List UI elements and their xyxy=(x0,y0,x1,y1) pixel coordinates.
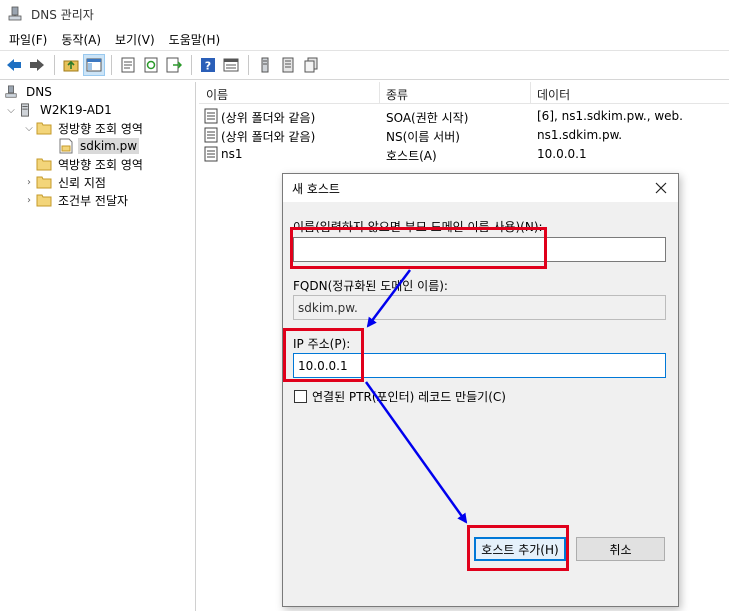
server-icon xyxy=(18,103,34,117)
svg-text:?: ? xyxy=(205,60,211,73)
record-icon xyxy=(204,127,218,143)
column-header-data[interactable]: 데이터 xyxy=(530,82,570,104)
highlight-box-ip xyxy=(283,328,364,382)
record-type: NS(이름 서버) xyxy=(386,130,460,144)
toolbar-separator xyxy=(111,55,112,75)
folder-icon xyxy=(36,157,52,171)
folder-icon xyxy=(36,175,52,189)
cancel-button[interactable]: 취소 xyxy=(576,537,665,561)
toolbar-separator xyxy=(191,55,192,75)
tree-node-zone[interactable]: sdkim.pw xyxy=(58,137,140,155)
copy-button[interactable] xyxy=(300,54,322,76)
menu-help[interactable]: 도움말(H) xyxy=(162,31,228,48)
chevron-right-icon[interactable]: › xyxy=(22,195,36,206)
dialog-title: 새 호스트 xyxy=(292,181,340,196)
menu-file[interactable]: 파일(F) xyxy=(0,31,54,48)
cancel-button-label: 취소 xyxy=(609,542,632,557)
folder-icon xyxy=(36,193,52,207)
record-icon xyxy=(204,108,218,124)
record-name: (상위 폴더와 같음) xyxy=(221,111,316,125)
list-header: 이름 종류 데이터 xyxy=(199,82,729,104)
ptr-label[interactable]: 연결된 PTR(포인터) 레코드 만들기(C) xyxy=(312,388,506,405)
record-name: (상위 폴더와 같음) xyxy=(221,130,316,144)
column-header-name[interactable]: 이름 xyxy=(206,86,228,103)
help-icon: ? xyxy=(201,58,215,73)
record-icon xyxy=(204,146,218,162)
close-button[interactable] xyxy=(652,179,670,197)
console-tree-button[interactable] xyxy=(83,54,105,76)
up-folder-icon xyxy=(63,60,79,72)
forward-icon xyxy=(30,59,44,71)
copy-icon xyxy=(304,57,318,73)
properties-icon xyxy=(121,57,135,73)
toolbar-separator xyxy=(54,55,55,75)
menu-action[interactable]: 동작(A) xyxy=(54,31,108,48)
export-button[interactable] xyxy=(163,54,185,76)
toolbar: ? xyxy=(0,50,729,80)
tree-label-server: W2K19-AD1 xyxy=(40,103,112,117)
dns-icon xyxy=(4,85,20,99)
tree-node-dns[interactable]: DNS xyxy=(4,83,54,101)
export-icon xyxy=(166,57,182,73)
record-type: SOA(권한 시작) xyxy=(386,111,469,125)
list-icon xyxy=(282,57,294,73)
title-bar: DNS 관리자 xyxy=(0,0,729,28)
properties-button[interactable] xyxy=(117,54,139,76)
fqdn-field xyxy=(293,295,666,320)
dialog-title-bar: 새 호스트 xyxy=(283,174,678,202)
help-button[interactable]: ? xyxy=(197,54,219,76)
tree-label-forward-zones: 정방향 조회 영역 xyxy=(58,121,143,136)
refresh-button[interactable] xyxy=(140,54,162,76)
table-row[interactable]: (상위 폴더와 같음) NS(이름 서버) ns1.sdkim.pw. xyxy=(199,126,729,145)
tree-node-conditional-forwarders[interactable]: › 조건부 전달자 xyxy=(22,191,130,209)
toolbar-separator xyxy=(248,55,249,75)
up-folder-button[interactable] xyxy=(60,54,82,76)
folder-icon xyxy=(36,121,52,135)
chevron-right-icon[interactable]: › xyxy=(22,177,36,188)
refresh-icon xyxy=(144,57,158,73)
back-icon xyxy=(7,59,21,71)
highlight-box-add-host xyxy=(467,525,569,571)
forward-button[interactable] xyxy=(26,54,48,76)
table-row[interactable]: ns1 호스트(A) 10.0.0.1 xyxy=(199,145,729,164)
tree-node-reverse-zones[interactable]: 역방향 조회 영역 xyxy=(36,155,145,173)
ptr-checkbox[interactable] xyxy=(294,390,307,403)
tree-node-trust-points[interactable]: › 신뢰 지점 xyxy=(22,173,108,191)
server-icon xyxy=(261,57,269,73)
chevron-down-icon[interactable]: ⌵ xyxy=(4,105,18,116)
zone-icon xyxy=(58,138,74,154)
record-data: [6], ns1.sdkim.pw., web. xyxy=(537,109,683,123)
tree-node-server[interactable]: ⌵ W2K19-AD1 xyxy=(4,101,114,119)
close-icon xyxy=(655,182,667,194)
menu-view[interactable]: 보기(V) xyxy=(108,31,162,48)
record-data: 10.0.0.1 xyxy=(537,147,587,161)
back-button[interactable] xyxy=(3,54,25,76)
dns-icon xyxy=(8,6,22,21)
console-tree-icon xyxy=(86,58,102,72)
record-data: ns1.sdkim.pw. xyxy=(537,128,623,142)
record-type: 호스트(A) xyxy=(386,149,437,163)
window-title: DNS 관리자 xyxy=(31,7,94,22)
server-button[interactable] xyxy=(254,54,276,76)
menu-bar: 파일(F) 동작(A) 보기(V) 도움말(H) xyxy=(0,29,729,49)
view-icon xyxy=(223,58,239,72)
view-button[interactable] xyxy=(220,54,242,76)
tree-node-forward-zones[interactable]: ⌵ 정방향 조회 영역 xyxy=(22,119,145,137)
fqdn-label: FQDN(정규화된 도메인 이름): xyxy=(293,279,448,293)
column-header-type[interactable]: 종류 xyxy=(379,82,408,104)
record-name: ns1 xyxy=(221,147,243,161)
list-button[interactable] xyxy=(277,54,299,76)
tree-label-dns: DNS xyxy=(26,85,52,99)
table-row[interactable]: (상위 폴더와 같음) SOA(권한 시작) [6], ns1.sdkim.pw… xyxy=(199,107,729,126)
highlight-box-name xyxy=(290,227,547,269)
chevron-down-icon[interactable]: ⌵ xyxy=(22,123,36,134)
tree-label-reverse-zones: 역방향 조회 영역 xyxy=(58,157,143,172)
console-tree: DNS ⌵ W2K19-AD1 ⌵ 정방향 조회 영역 sdkim.pw 역방향… xyxy=(0,82,196,611)
tree-label-zone: sdkim.pw xyxy=(78,138,140,154)
tree-label-conditional-forwarders: 조건부 전달자 xyxy=(58,193,129,208)
tree-label-trust-points: 신뢰 지점 xyxy=(58,175,106,190)
